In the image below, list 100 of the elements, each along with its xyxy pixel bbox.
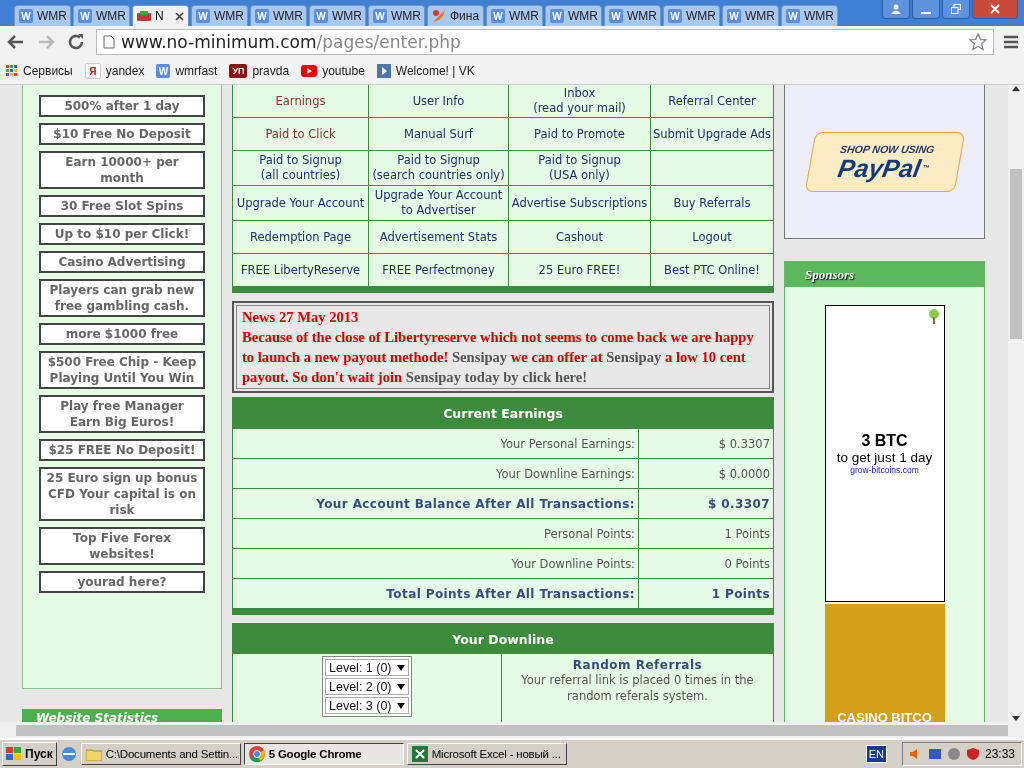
bookmark-link[interactable]: pravda xyxy=(252,64,290,78)
nav-link[interactable]: Cashout xyxy=(509,221,650,253)
horizontal-scrollbar[interactable] xyxy=(0,722,1024,738)
dropdown-arrow-icon xyxy=(397,702,405,709)
browser-tab[interactable]: W WMR xyxy=(309,5,366,26)
w-logo-icon: W xyxy=(19,9,33,23)
folder-icon xyxy=(85,747,102,761)
bookmark-link[interactable]: yandex xyxy=(105,64,145,78)
section-title: Random Referrals xyxy=(571,658,704,672)
browser-tab[interactable]: W WMR xyxy=(14,5,71,26)
ad-link-button[interactable]: Casino Advertising xyxy=(39,251,205,273)
nav-link[interactable]: Manual Surf xyxy=(369,118,508,150)
browser-tab[interactable]: W WMR xyxy=(722,5,779,26)
user-icon xyxy=(891,4,901,14)
browser-tab[interactable]: W WMR xyxy=(191,5,248,26)
restore-button[interactable] xyxy=(942,0,970,19)
browser-tab[interactable]: W WMR xyxy=(486,5,543,26)
w-logo-icon: W xyxy=(78,9,92,23)
windows-logo-icon xyxy=(6,747,22,761)
browser-tab[interactable]: W WMR xyxy=(368,5,425,26)
browser-tab[interactable]: W WMR xyxy=(663,5,720,26)
nav-link[interactable]: Paid to Signup (search countries only) xyxy=(369,151,508,185)
browser-tab[interactable]: W WMR xyxy=(545,5,602,26)
network-icon[interactable] xyxy=(927,747,942,761)
nav-link[interactable]: Referral Center xyxy=(651,85,773,117)
bookmark-link[interactable]: Welcome! | VK xyxy=(395,64,475,78)
ad-link-button[interactable]: $25 FREE No Deposit! xyxy=(39,439,205,461)
ad-link-button[interactable]: more $1000 free xyxy=(39,323,205,345)
bookmark-link[interactable]: Сервисы xyxy=(23,64,73,78)
language-indicator[interactable]: EN xyxy=(865,745,887,763)
taskbar-button[interactable]: 5 Google Chrome xyxy=(243,743,404,765)
ad-link-button[interactable]: 500% after 1 day xyxy=(39,95,205,117)
nav-link[interactable]: Logout xyxy=(651,221,773,253)
nav-link[interactable]: Paid to Promote xyxy=(509,118,650,150)
ad-link-button[interactable]: Earn 10000+ per month xyxy=(39,151,205,189)
browser-tab[interactable]: W WMR xyxy=(604,5,661,26)
nav-link[interactable]: Paid to Signup (all countries) xyxy=(233,151,368,185)
nav-link[interactable]: Advertisement Stats xyxy=(369,221,508,253)
nav-link[interactable]: Paid to Click xyxy=(233,118,368,150)
vertical-scrollbar[interactable] xyxy=(1008,85,1024,722)
ad-link-button[interactable]: 30 Free Slot Spins xyxy=(39,195,205,217)
money-icon xyxy=(137,11,151,21)
sensipay-link[interactable]: Sensipay xyxy=(452,349,508,365)
play-icon xyxy=(301,65,318,77)
browser-tab[interactable]: W WMR xyxy=(250,5,307,26)
browser-tab[interactable]: Фина xyxy=(427,5,484,26)
nav-link[interactable]: Buy Referrals xyxy=(651,186,773,220)
star-icon[interactable] xyxy=(969,33,987,51)
nav-link[interactable]: User Info xyxy=(369,85,508,117)
nav-link[interactable]: FREE LibertyReserve xyxy=(233,254,368,286)
ad-link-button[interactable]: $500 Free Chip - Keep Playing Until You Win xyxy=(39,351,205,389)
w-logo-icon: W xyxy=(373,9,387,23)
browser-tab[interactable]: W WMR xyxy=(73,5,130,26)
table-header: Your Downline xyxy=(233,624,773,654)
row-label: Your Personal Earnings: xyxy=(499,435,636,453)
nav-link[interactable]: Submit Upgrade Ads xyxy=(651,118,773,150)
ad-link-button[interactable]: Play free Manager Earn Big Euros! xyxy=(39,395,205,433)
nav-link[interactable]: Redemption Page xyxy=(233,221,368,253)
nav-link[interactable]: Paid to Signup (USA only) xyxy=(509,151,650,185)
ad-link-button[interactable]: Up to $10 per Click! xyxy=(39,223,205,245)
referral-info-text: Your referral link is placed 0 times in the random referals system. xyxy=(520,672,755,704)
bookmark-link[interactable]: youtube xyxy=(322,64,365,78)
level-dropdown[interactable]: Level: 3 (0) xyxy=(325,697,409,714)
w-logo-icon: W xyxy=(727,9,741,23)
menu-icon[interactable] xyxy=(1004,35,1018,49)
ad-link-button[interactable]: $10 Free No Deposit xyxy=(39,123,205,145)
section-header: Website Statistics xyxy=(22,709,222,722)
bookmark-link[interactable]: wmrfast xyxy=(175,64,218,78)
minimize-button[interactable] xyxy=(912,0,940,19)
apps-grid-icon xyxy=(6,65,18,77)
level-dropdown[interactable]: Level: 1 (0) xyxy=(325,659,409,676)
taskbar-button[interactable]: C:\Documents and Settin... xyxy=(80,743,241,765)
nav-link[interactable]: Upgrade Your Account xyxy=(233,186,368,220)
nav-link[interactable]: Upgrade Your Account to Advertiser xyxy=(369,186,508,220)
nav-link[interactable]: Earnings xyxy=(233,85,368,117)
shield-icon[interactable] xyxy=(965,747,980,761)
nav-link[interactable]: Inbox (read your mail) xyxy=(509,85,650,117)
ad-link-button[interactable]: 25 Euro sign up bonus CFD Your capital is on risk xyxy=(39,467,205,521)
nav-link[interactable]: 25 Euro FREE! xyxy=(509,254,650,286)
nav-link[interactable]: Best PTC Online! xyxy=(651,254,773,286)
scrollbar-thumb[interactable] xyxy=(1010,168,1022,339)
reload-icon[interactable] xyxy=(66,32,86,52)
nav-link[interactable]: Advertise Subscriptions xyxy=(509,186,650,220)
address-bar[interactable]: www.no-minimum.com/pages/enter.php xyxy=(96,29,994,55)
close-icon[interactable] xyxy=(175,11,184,21)
browser-icon[interactable] xyxy=(59,745,78,763)
taskbar-button[interactable]: Microsoft Excel - новый ... xyxy=(406,743,567,765)
start-button[interactable]: Пуск xyxy=(2,742,57,766)
level-dropdown[interactable]: Level: 2 (0) xyxy=(325,678,409,695)
ad-link-button[interactable]: Top Five Forex websites! xyxy=(39,527,205,565)
ad-link-button[interactable]: yourad here? xyxy=(39,571,205,593)
sensipay-link[interactable]: Sensipay xyxy=(606,349,662,365)
ad-link-button[interactable]: Players can grab new free gambling cash. xyxy=(39,279,205,317)
sensipay-link[interactable]: Sensipay today by click here! xyxy=(405,369,588,385)
browser-tab[interactable]: N xyxy=(132,5,189,26)
user-button[interactable] xyxy=(882,0,910,19)
nav-link[interactable]: FREE Perfectmoney xyxy=(369,254,508,286)
browser-tab[interactable]: W WMR xyxy=(781,5,838,26)
ad-banner[interactable]: 3 BTC to get just 1 day grow-bitcoins.com xyxy=(824,305,945,602)
close-button[interactable] xyxy=(972,0,1018,19)
